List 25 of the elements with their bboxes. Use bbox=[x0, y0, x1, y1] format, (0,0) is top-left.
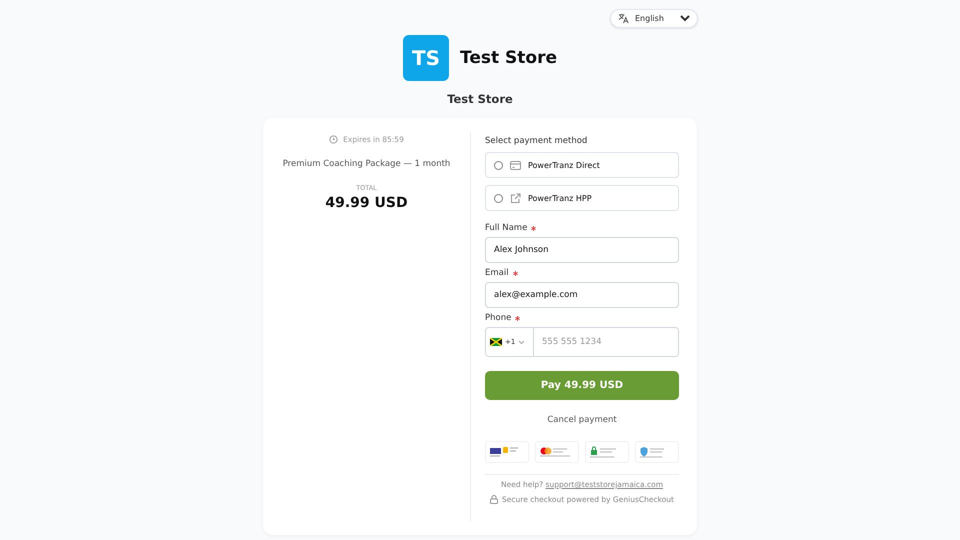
radio-button[interactable] bbox=[494, 160, 503, 170]
payment-method-option[interactable]: PowerTranz Direct bbox=[485, 152, 679, 178]
external-link-icon bbox=[510, 192, 521, 204]
flag-icon bbox=[490, 338, 502, 346]
total-amount: 49.99 USD bbox=[325, 195, 408, 211]
store-subtitle: Test Store bbox=[447, 92, 513, 106]
language-selector[interactable]: English bbox=[610, 9, 698, 28]
payment-method-option[interactable]: PowerTranz HPP bbox=[485, 185, 679, 211]
payment-method-label: Select payment method bbox=[485, 136, 588, 146]
chevron-down-icon bbox=[680, 15, 690, 22]
radio-button[interactable] bbox=[494, 194, 503, 202]
product-name: Premium Coaching Package — 1 month bbox=[282, 159, 450, 169]
card-icon bbox=[510, 160, 521, 170]
chevron-down-icon bbox=[518, 340, 526, 344]
field-label: Email bbox=[485, 268, 509, 278]
field-label: Phone bbox=[485, 313, 512, 323]
field-label: Full Name bbox=[485, 223, 528, 233]
text-field[interactable]: alex@example.com bbox=[485, 282, 679, 308]
store-logo: TS bbox=[403, 35, 449, 81]
cancel-link[interactable]: Cancel payment bbox=[547, 415, 617, 425]
clock-icon bbox=[329, 135, 338, 144]
lock-icon bbox=[490, 495, 498, 504]
text-field[interactable]: Alex Johnson bbox=[485, 237, 679, 263]
translate-icon bbox=[618, 13, 629, 24]
store-name: Test Store bbox=[460, 48, 557, 68]
